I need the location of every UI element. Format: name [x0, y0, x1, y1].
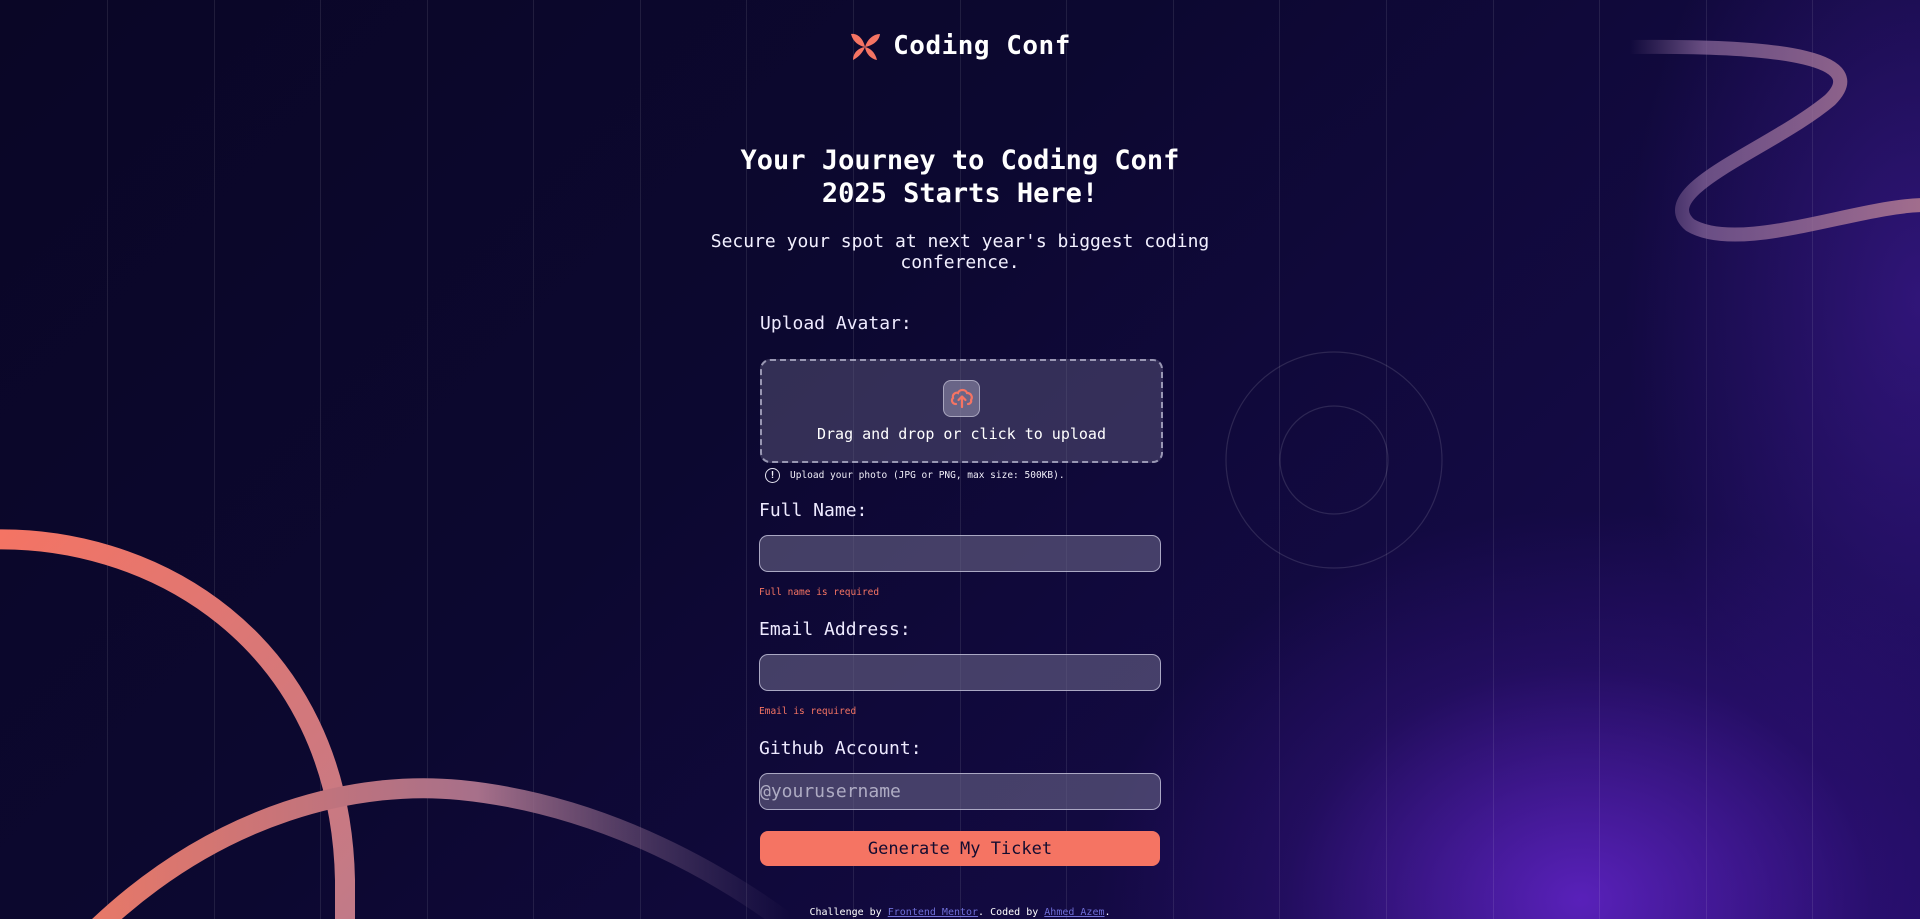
grid-line	[533, 0, 534, 919]
frontend-mentor-link[interactable]: Frontend Mentor	[888, 907, 978, 918]
github-label: Github Account:	[759, 738, 922, 759]
grid-line	[746, 0, 747, 919]
full-name-input[interactable]	[759, 535, 1161, 572]
grid-line	[1279, 0, 1280, 919]
site-header: Coding Conf	[0, 30, 1920, 62]
author-link[interactable]: Ahmed Azem	[1044, 907, 1104, 918]
avatar-hint: ! Upload your photo (JPG or PNG, max siz…	[765, 468, 1065, 483]
grid-line	[427, 0, 428, 919]
grid-line	[320, 0, 321, 919]
deco-arc-lower	[92, 778, 796, 919]
email-label: Email Address:	[759, 619, 911, 640]
deco-circle-outer	[1225, 351, 1443, 569]
footer-prefix: Challenge by	[809, 907, 888, 918]
grid-line	[107, 0, 108, 919]
full-name-error: Full name is required	[759, 587, 880, 598]
grid-line	[1599, 0, 1600, 919]
avatar-dropzone[interactable]: Drag and drop or click to upload	[760, 359, 1163, 463]
grid-line	[214, 0, 215, 919]
page-title: Your Journey to Coding Conf 2025 Starts …	[740, 145, 1180, 209]
grid-line	[640, 0, 641, 919]
avatar-label: Upload Avatar:	[760, 313, 912, 334]
grid-line	[1173, 0, 1174, 919]
deco-circle-inner	[1279, 405, 1389, 515]
upload-cloud-icon	[943, 379, 980, 417]
deco-arc-large	[0, 529, 355, 919]
grid-line	[1493, 0, 1494, 919]
full-name-label: Full Name:	[759, 500, 868, 521]
grid-line	[1386, 0, 1387, 919]
email-input[interactable]	[759, 654, 1161, 691]
email-error: Email is required	[759, 706, 857, 717]
grid-line	[1812, 0, 1813, 919]
conf-logo-icon	[851, 33, 881, 60]
avatar-hint-text: Upload your photo (JPG or PNG, max size:…	[790, 470, 1065, 481]
footer-middle: . Coded by	[978, 907, 1045, 918]
squiggle-line	[1623, 39, 1920, 242]
attribution-footer: Challenge by Frontend Mentor. Coded by A…	[0, 907, 1920, 918]
info-icon: !	[765, 468, 780, 483]
grid-line	[1706, 0, 1707, 919]
footer-suffix: .	[1104, 907, 1111, 918]
dropzone-text: Drag and drop or click to upload	[817, 424, 1106, 443]
page-subtitle: Secure your spot at next year's biggest …	[710, 231, 1210, 273]
brand-name: Coding Conf	[893, 31, 1071, 61]
generate-ticket-button[interactable]: Generate My Ticket	[760, 831, 1160, 866]
github-input[interactable]	[759, 773, 1161, 810]
